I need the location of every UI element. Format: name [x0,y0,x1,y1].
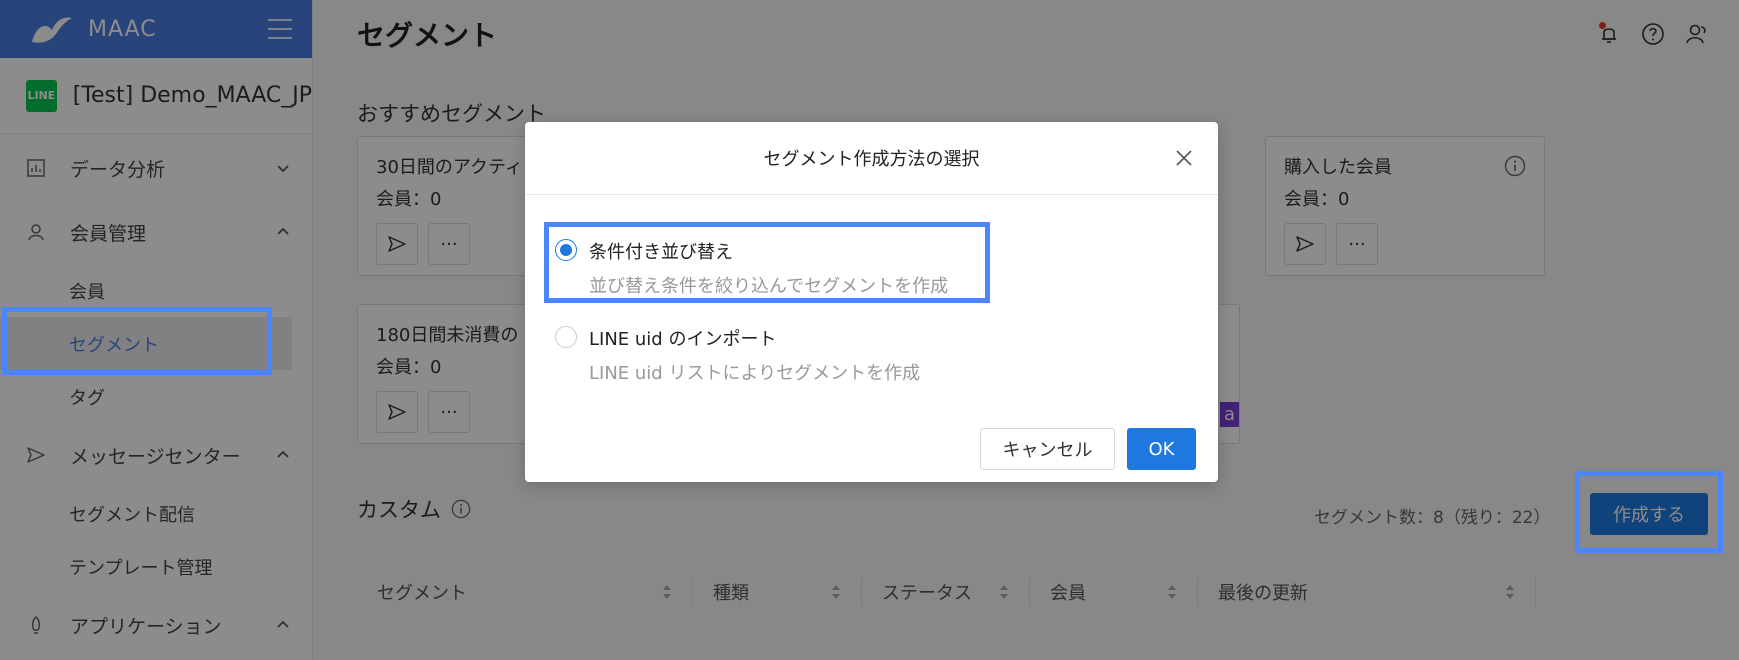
close-icon[interactable] [1174,148,1194,168]
option-line-uid-import[interactable]: LINE uid のインポート LINE uid リストによりセグメントを作成 [555,325,920,385]
highlight-create-button [1575,471,1723,553]
dialog-header: セグメント作成方法の選択 [525,122,1218,195]
highlight-sidebar-segment [2,307,272,375]
ok-button[interactable]: OK [1127,428,1196,470]
highlight-option-conditional-sort [544,222,990,303]
option-description: LINE uid リストによりセグメントを作成 [589,363,921,384]
radio-line-uid-import[interactable] [555,326,577,348]
dialog-title: セグメント作成方法の選択 [763,149,980,170]
create-segment-dialog: セグメント作成方法の選択 条件付き並び替え 並び替え条件を絞り込んでセグメントを… [525,122,1218,482]
cancel-button[interactable]: キャンセル [980,428,1115,470]
dialog-footer: キャンセル OK [980,428,1196,470]
option-title: LINE uid のインポート [589,329,777,350]
